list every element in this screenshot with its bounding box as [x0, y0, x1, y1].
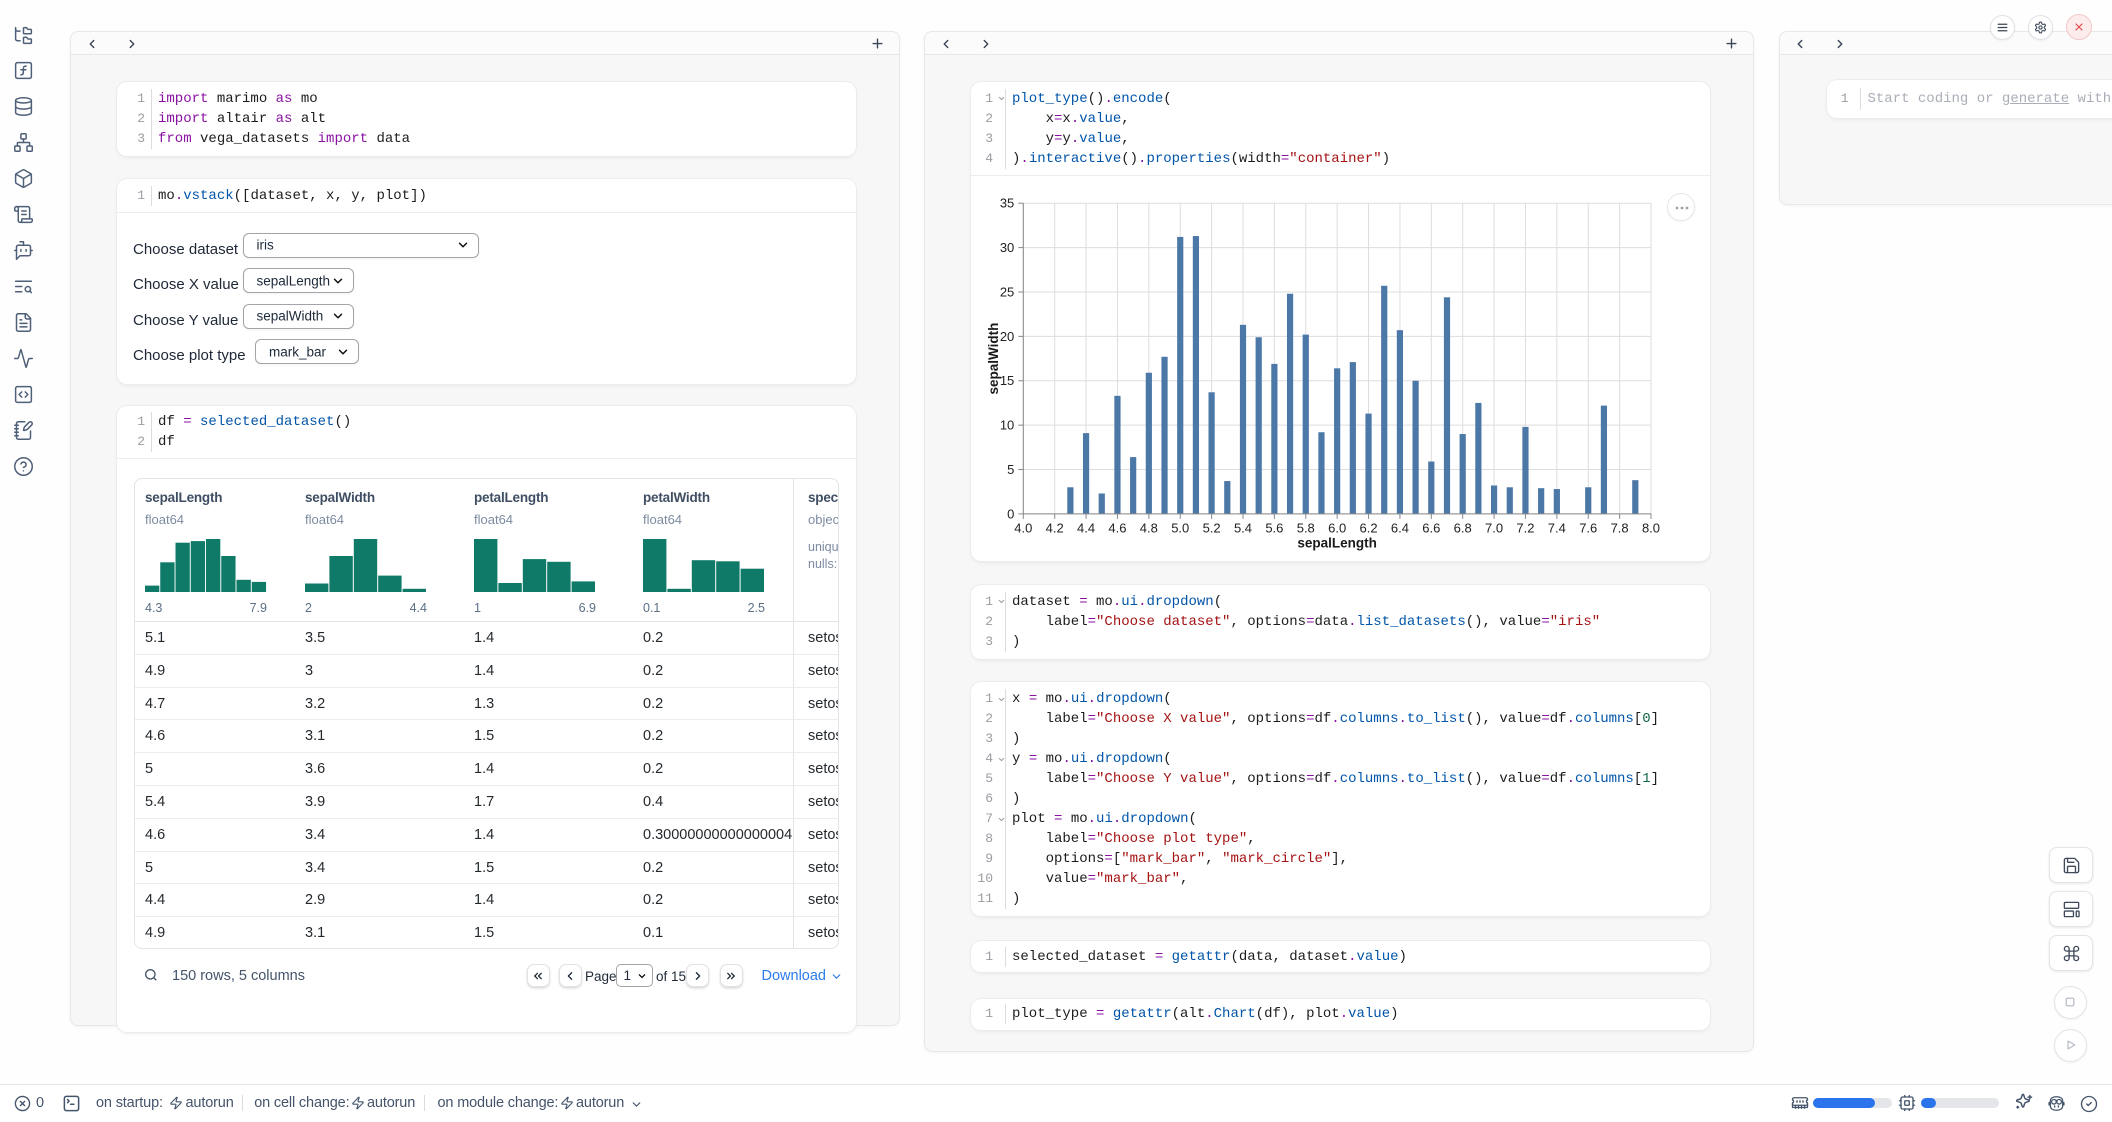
svg-text:6.6: 6.6 — [1422, 520, 1440, 535]
svg-text:4.6: 4.6 — [1108, 520, 1126, 535]
svg-text:7.4: 7.4 — [1548, 520, 1566, 535]
svg-text:sepalLength: sepalLength — [1297, 536, 1377, 551]
svg-text:10: 10 — [1000, 418, 1014, 433]
svg-text:25: 25 — [1000, 284, 1014, 299]
svg-text:6.0: 6.0 — [1328, 520, 1346, 535]
svg-text:0: 0 — [1007, 506, 1014, 521]
svg-text:7.8: 7.8 — [1611, 520, 1629, 535]
svg-text:35: 35 — [1000, 196, 1014, 211]
svg-text:6.8: 6.8 — [1454, 520, 1472, 535]
svg-text:5.2: 5.2 — [1203, 520, 1221, 535]
svg-text:6.4: 6.4 — [1391, 520, 1409, 535]
svg-text:8.0: 8.0 — [1642, 520, 1660, 535]
svg-text:5.8: 5.8 — [1297, 520, 1315, 535]
svg-text:4.0: 4.0 — [1014, 520, 1032, 535]
svg-text:7.0: 7.0 — [1485, 520, 1503, 535]
svg-text:4.2: 4.2 — [1046, 520, 1064, 535]
svg-text:5.6: 5.6 — [1265, 520, 1283, 535]
svg-text:4.8: 4.8 — [1140, 520, 1158, 535]
svg-text:sepalWidth: sepalWidth — [986, 323, 1001, 395]
svg-text:7.2: 7.2 — [1516, 520, 1534, 535]
svg-text:5.4: 5.4 — [1234, 520, 1252, 535]
svg-text:30: 30 — [1000, 240, 1014, 255]
svg-text:6.2: 6.2 — [1360, 520, 1378, 535]
svg-text:20: 20 — [1000, 329, 1014, 344]
svg-text:4.4: 4.4 — [1077, 520, 1095, 535]
svg-text:5.0: 5.0 — [1171, 520, 1189, 535]
svg-text:15: 15 — [1000, 373, 1014, 388]
svg-text:5: 5 — [1007, 462, 1014, 477]
svg-text:7.6: 7.6 — [1579, 520, 1597, 535]
